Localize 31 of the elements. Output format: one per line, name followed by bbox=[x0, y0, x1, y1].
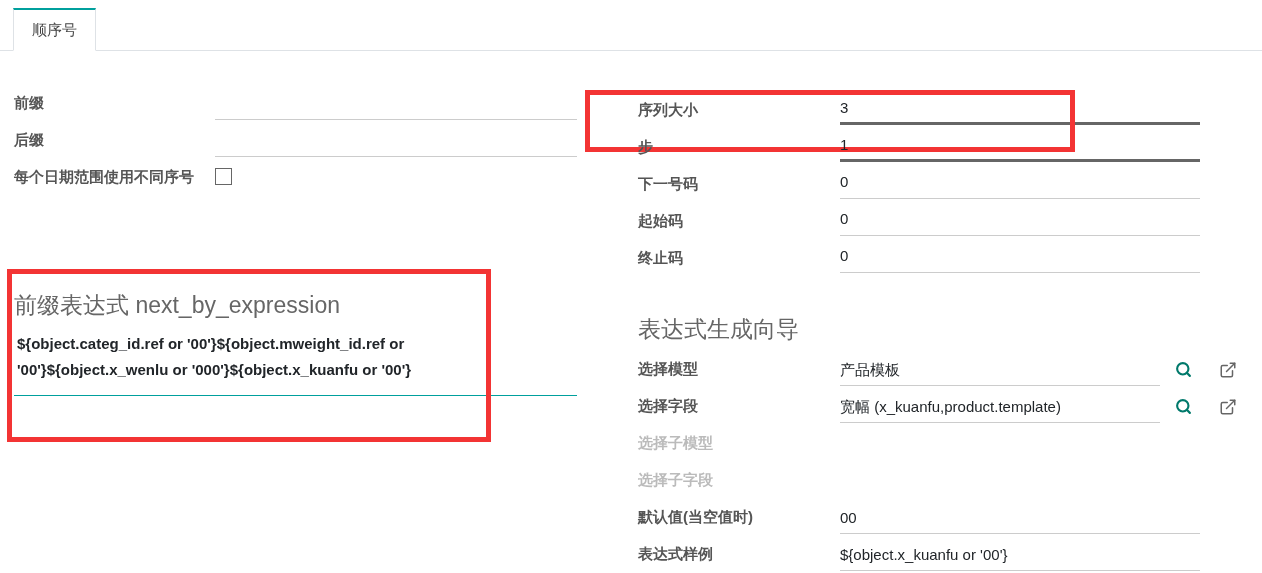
search-icon[interactable] bbox=[1175, 361, 1192, 378]
external-link-icon[interactable] bbox=[1219, 360, 1237, 379]
input-field[interactable]: ${object.x_kuanfu or '00'} bbox=[840, 538, 1200, 571]
section-title: 前缀表达式 next_by_expression bbox=[14, 291, 341, 320]
input-field[interactable]: 0 bbox=[840, 204, 1200, 236]
field-label: 每个日期范围使用不同序号 bbox=[14, 167, 195, 187]
field-label: 表达式样例 bbox=[638, 544, 714, 565]
field-label: 选择字段 bbox=[638, 396, 699, 417]
expression-field[interactable]: ${object.categ_id.ref or '00'}${object.mweight_id.ref or '00'}${object.x_wenlu or '000'}${object.x_kuanfu or '00'} bbox=[14, 331, 577, 396]
field-label: 终止码 bbox=[638, 248, 684, 268]
field-label: 后缀 bbox=[14, 130, 45, 150]
field-label: 序列大小 bbox=[638, 100, 699, 120]
checkbox[interactable] bbox=[215, 168, 232, 185]
field-label: 下一号码 bbox=[638, 174, 699, 194]
search-icon[interactable] bbox=[1175, 398, 1192, 415]
external-link-icon[interactable] bbox=[1219, 397, 1237, 416]
field-label: 选择子模型 bbox=[638, 433, 714, 454]
input-field[interactable]: 0 bbox=[840, 241, 1200, 273]
field-label: 选择模型 bbox=[638, 359, 699, 380]
input-field[interactable]: 0 bbox=[840, 167, 1200, 199]
section-title: 表达式生成向导 bbox=[638, 315, 800, 344]
field-label: 起始码 bbox=[638, 211, 684, 231]
field-label: 默认值(当空值时) bbox=[638, 507, 754, 528]
input-field[interactable]: 宽幅 (x_kuanfu,product.template) bbox=[840, 390, 1160, 423]
input-field[interactable]: 3 bbox=[840, 93, 1200, 125]
input-field[interactable]: 产品模板 bbox=[840, 353, 1160, 386]
tab[interactable]: 顺序号 bbox=[13, 8, 96, 51]
input-field[interactable]: 00 bbox=[840, 501, 1200, 534]
field-label: 步 bbox=[638, 137, 654, 157]
field-label: 选择子字段 bbox=[638, 470, 714, 491]
field-label: 前缀 bbox=[14, 93, 45, 113]
